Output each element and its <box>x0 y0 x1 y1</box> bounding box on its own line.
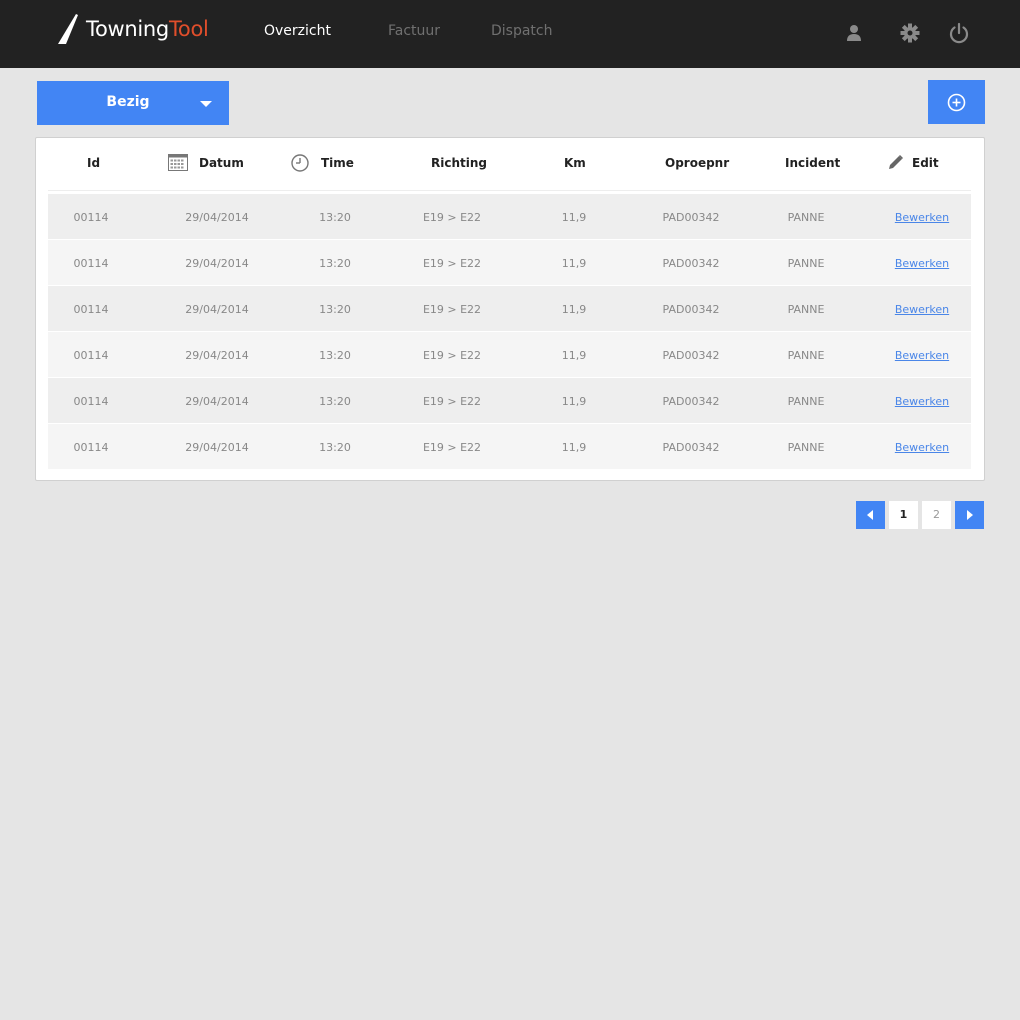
pagination-page-2[interactable]: 2 <box>922 501 951 529</box>
cell-km: 11,9 <box>561 395 587 408</box>
column-header-id[interactable]: Id <box>87 156 100 170</box>
cell-richting: E19 > E22 <box>422 395 482 408</box>
edit-link[interactable]: Bewerken <box>895 303 949 316</box>
cell-id: 00114 <box>73 257 109 270</box>
cell-time: 13:20 <box>319 303 351 316</box>
cell-time: 13:20 <box>319 257 351 270</box>
plus-circle-icon <box>947 93 966 112</box>
column-header-incident[interactable]: Incident <box>785 156 840 170</box>
table-row[interactable]: 00114 29/04/2014 13:20 E19 > E22 11,9 PA… <box>48 286 971 331</box>
caret-down-icon <box>200 101 212 107</box>
cell-datum: 29/04/2014 <box>185 349 249 362</box>
table-body: 00114 29/04/2014 13:20 E19 > E22 11,9 PA… <box>48 194 971 470</box>
caret-left-icon <box>867 510 873 520</box>
edit-link[interactable]: Bewerken <box>895 349 949 362</box>
cell-oproepnr: PAD00342 <box>662 257 720 270</box>
nav-item-factuur[interactable]: Factuur <box>388 23 440 39</box>
cell-richting: E19 > E22 <box>422 257 482 270</box>
top-navigation-bar: TowningTool Overzicht Factuur Dispatch <box>0 0 1020 68</box>
nav-item-overzicht[interactable]: Overzicht <box>264 23 331 39</box>
cell-incident: PANNE <box>787 441 825 454</box>
cell-km: 11,9 <box>561 349 587 362</box>
cell-oproepnr: PAD00342 <box>662 303 720 316</box>
clock-icon <box>291 154 309 172</box>
logo-text-primary: Towning <box>86 17 169 41</box>
cell-oproepnr: PAD00342 <box>662 211 720 224</box>
cell-incident: PANNE <box>787 211 825 224</box>
cell-km: 11,9 <box>561 441 587 454</box>
cell-datum: 29/04/2014 <box>185 211 249 224</box>
column-header-edit[interactable]: Edit <box>912 156 939 170</box>
cell-km: 11,9 <box>561 303 587 316</box>
cell-incident: PANNE <box>787 395 825 408</box>
cell-time: 13:20 <box>319 441 351 454</box>
cell-datum: 29/04/2014 <box>185 395 249 408</box>
pagination-next-button[interactable] <box>955 501 984 529</box>
header-divider <box>48 190 971 191</box>
cell-richting: E19 > E22 <box>422 349 482 362</box>
cell-id: 00114 <box>73 211 109 224</box>
column-header-km[interactable]: Km <box>564 156 586 170</box>
cell-datum: 29/04/2014 <box>185 257 249 270</box>
cell-oproepnr: PAD00342 <box>662 349 720 362</box>
table-row[interactable]: 00114 29/04/2014 13:20 E19 > E22 11,9 PA… <box>48 194 971 239</box>
cell-time: 13:20 <box>319 395 351 408</box>
cell-richting: E19 > E22 <box>422 441 482 454</box>
logo-text-highlight: Tool <box>168 17 209 41</box>
column-header-oproepnr[interactable]: Oproepnr <box>665 156 729 170</box>
cell-km: 11,9 <box>561 257 587 270</box>
column-header-datum[interactable]: Datum <box>199 156 244 170</box>
status-dropdown[interactable]: Bezig <box>37 81 229 125</box>
cell-oproepnr: PAD00342 <box>662 395 720 408</box>
calendar-icon <box>168 154 188 171</box>
cell-id: 00114 <box>73 349 109 362</box>
pagination-prev-button[interactable] <box>856 501 885 529</box>
power-icon[interactable] <box>948 22 970 44</box>
cell-id: 00114 <box>73 395 109 408</box>
table-panel: Id Datum Time Richting Km Oproepnr Incid… <box>35 137 985 481</box>
table-row[interactable]: 00114 29/04/2014 13:20 E19 > E22 11,9 PA… <box>48 424 971 469</box>
cell-richting: E19 > E22 <box>422 211 482 224</box>
cell-richting: E19 > E22 <box>422 303 482 316</box>
cell-incident: PANNE <box>787 257 825 270</box>
logo-slash-icon <box>58 14 78 44</box>
nav-item-dispatch[interactable]: Dispatch <box>491 23 553 39</box>
caret-right-icon <box>967 510 973 520</box>
cell-id: 00114 <box>73 441 109 454</box>
table-row[interactable]: 00114 29/04/2014 13:20 E19 > E22 11,9 PA… <box>48 332 971 377</box>
pagination-page-1[interactable]: 1 <box>889 501 918 529</box>
pencil-icon <box>889 155 903 169</box>
edit-link[interactable]: Bewerken <box>895 441 949 454</box>
cell-id: 00114 <box>73 303 109 316</box>
logo-text: TowningTool <box>86 17 209 41</box>
cell-incident: PANNE <box>787 303 825 316</box>
cell-oproepnr: PAD00342 <box>662 441 720 454</box>
gear-icon[interactable] <box>899 22 921 44</box>
edit-link[interactable]: Bewerken <box>895 257 949 270</box>
table-row[interactable]: 00114 29/04/2014 13:20 E19 > E22 11,9 PA… <box>48 378 971 423</box>
edit-link[interactable]: Bewerken <box>895 395 949 408</box>
status-dropdown-label: Bezig <box>106 94 150 110</box>
column-header-time[interactable]: Time <box>321 156 354 170</box>
user-icon[interactable] <box>843 22 865 44</box>
cell-time: 13:20 <box>319 211 351 224</box>
cell-datum: 29/04/2014 <box>185 441 249 454</box>
column-header-richting[interactable]: Richting <box>431 156 487 170</box>
cell-time: 13:20 <box>319 349 351 362</box>
add-button[interactable] <box>928 80 985 124</box>
table-row[interactable]: 00114 29/04/2014 13:20 E19 > E22 11,9 PA… <box>48 240 971 285</box>
edit-link[interactable]: Bewerken <box>895 211 949 224</box>
cell-km: 11,9 <box>561 211 587 224</box>
cell-datum: 29/04/2014 <box>185 303 249 316</box>
cell-incident: PANNE <box>787 349 825 362</box>
